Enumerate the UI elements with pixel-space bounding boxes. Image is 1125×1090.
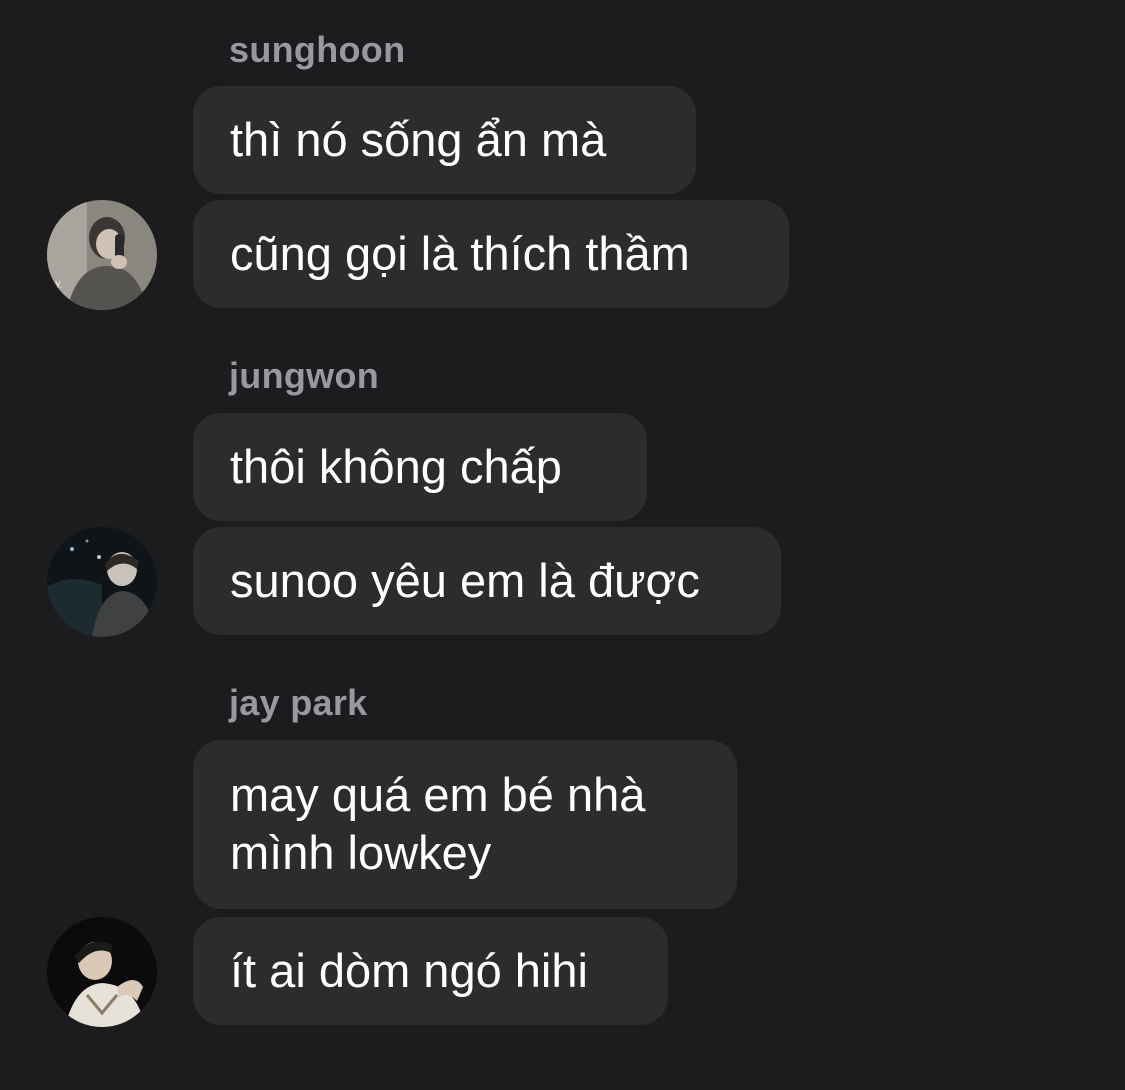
avatar-jungwon-icon xyxy=(47,527,157,637)
sender-name-sunghoon: sunghoon xyxy=(229,29,406,70)
message-bubble[interactable]: ít ai dòm ngó hihi xyxy=(193,917,668,1025)
message-bubble[interactable]: thì nó sống ẩn mà xyxy=(193,86,696,194)
message-bubble[interactable]: cũng gọi là thích thầm xyxy=(193,200,789,308)
avatar-jungwon[interactable] xyxy=(47,527,157,637)
message-bubble[interactable]: may quá em bé nhà mình lowkey xyxy=(193,740,737,909)
avatar-jay-park-icon xyxy=(47,917,157,1027)
avatar-sunghoon-icon: Y. xyxy=(47,200,157,310)
sender-name-jay-park: jay park xyxy=(229,682,368,723)
chat-thread: sunghoon thì nó sống ẩn mà Y. cũng gọi l… xyxy=(0,0,1125,1090)
avatar-sunghoon[interactable]: Y. xyxy=(47,200,157,310)
sender-name-jungwon: jungwon xyxy=(229,355,380,396)
message-bubble[interactable]: thôi không chấp xyxy=(193,413,647,521)
avatar-jay-park[interactable] xyxy=(47,917,157,1027)
message-bubble[interactable]: sunoo yêu em là được xyxy=(193,527,781,635)
svg-text:Y.: Y. xyxy=(55,280,62,290)
